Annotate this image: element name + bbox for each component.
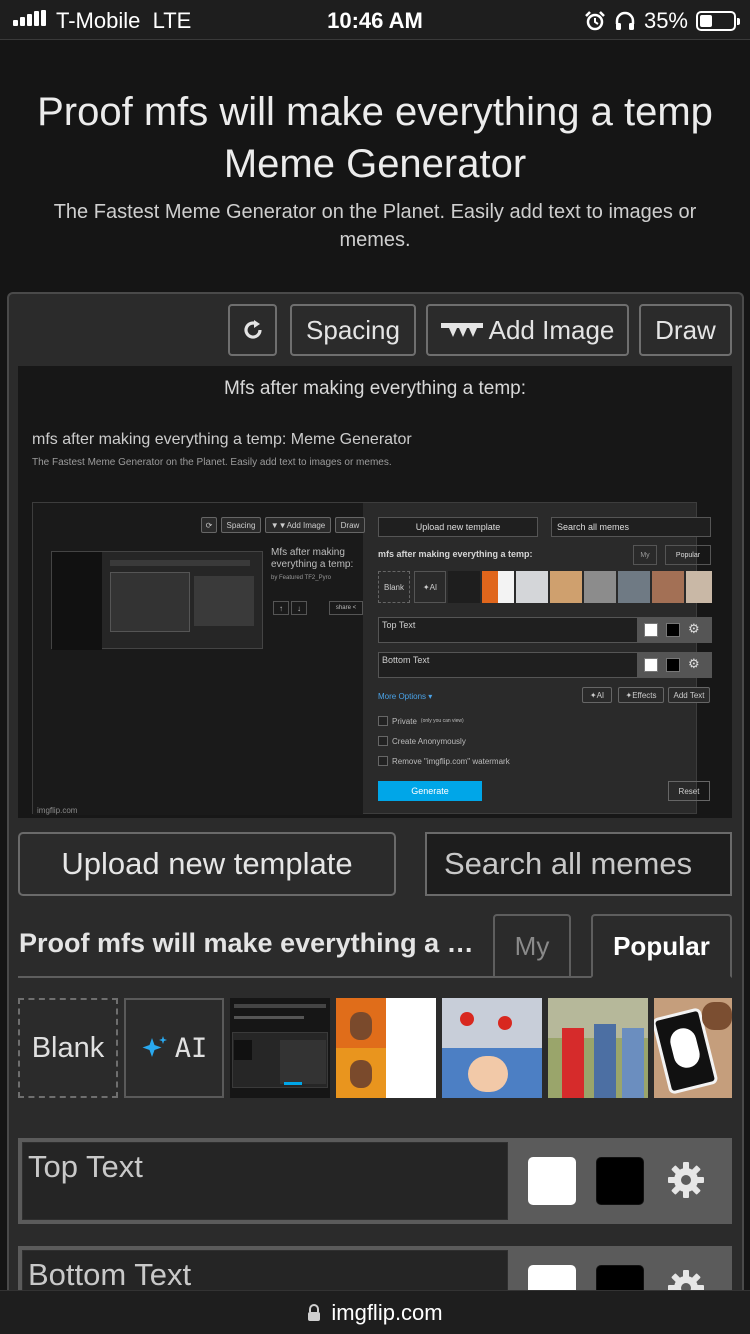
gear-icon[interactable] [666, 1160, 706, 1200]
preview-watermark: imgflip.com [37, 806, 78, 815]
page-subtitle: The Fastest Meme Generator on the Planet… [53, 201, 697, 251]
preview-swatch-black [666, 658, 680, 672]
add-image-label: Add Image [488, 314, 615, 345]
preview-tab-popular: Popular [665, 545, 711, 565]
preview-thumb [550, 571, 582, 603]
preview-tab-my: My [633, 545, 657, 565]
upload-template-button[interactable]: Upload new template [18, 832, 396, 896]
preview-swatch-white [644, 623, 658, 637]
tab-popular[interactable]: Popular [591, 914, 732, 978]
lock-icon [308, 1303, 321, 1321]
status-bar: T-Mobile LTE 10:46 AM 35% [0, 0, 750, 40]
preview-thumb [652, 571, 684, 603]
preview-heading: mfs after making everything a temp: Meme… [32, 431, 412, 448]
preview-add-text-button: Add Text [668, 687, 710, 703]
upvote-icon: ↑ [273, 601, 289, 615]
preview-side-title: Mfs after making everything a temp: [271, 547, 354, 570]
top-text-color-swatch[interactable] [528, 1157, 576, 1205]
add-image-icon [440, 323, 483, 337]
spacing-button[interactable]: Spacing [290, 304, 416, 356]
preview-gear-icon: ⚙ [688, 656, 700, 671]
meme-caption: Mfs after making everything a temp: [223, 378, 526, 399]
template-thumb-self[interactable] [230, 998, 330, 1098]
ai-template-button[interactable]: AI [124, 998, 224, 1098]
spacing-label: Spacing [306, 314, 400, 345]
preview-add-image-button: ▼▼ Add Image [265, 517, 331, 533]
preview-top-text: Top Text [378, 617, 638, 643]
preview-gear-icon: ⚙ [688, 621, 700, 636]
preview-swatch-black [666, 623, 680, 637]
draw-button[interactable]: Draw [639, 304, 732, 356]
url-domain: imgflip.com [331, 1299, 443, 1325]
ai-label: AI [174, 1032, 208, 1064]
preview-generate-button: Generate [378, 781, 482, 801]
battery-percent: 35% [643, 8, 688, 33]
url-bar[interactable]: imgflip.com [0, 1290, 750, 1334]
top-text-row: Top Text [18, 1138, 732, 1224]
preview-thumb [482, 571, 514, 603]
preview-screenshot: ⟳ Spacing ▼▼ Add Image Draw Mfs after ma… [32, 502, 712, 815]
preview-effects-button: ✦ Effects [618, 687, 664, 703]
preview-subheading: The Fastest Meme Generator on the Planet… [32, 457, 392, 468]
sparkle-icon [142, 1036, 167, 1057]
preview-search: Search all memes [551, 517, 711, 537]
page-title: Proof mfs will make everything a temp Mem… [37, 90, 713, 186]
rotate-icon [243, 320, 262, 339]
preview-thumb [618, 571, 650, 603]
preview-thumb-blank: Blank [378, 571, 410, 603]
status-right: 35% [584, 8, 740, 34]
preview-thumb-ai: ✦ AI [414, 571, 446, 603]
preview-thumb [516, 571, 548, 603]
preview-vote-arrows: ↑ ↓ [273, 601, 307, 615]
rotate-button[interactable] [228, 304, 277, 356]
preview-thumb [686, 571, 712, 603]
template-thumb-distracted[interactable] [548, 998, 648, 1098]
preview-thumb [584, 571, 616, 603]
preview-more-options: More Options ▾ [378, 692, 433, 701]
preview-rotate-button: ⟳ [201, 517, 217, 533]
template-thumb-drake[interactable] [336, 998, 436, 1098]
preview-anon-check: Create Anonymously [378, 736, 466, 746]
preview-thumb [448, 571, 480, 603]
alarm-icon [585, 11, 605, 31]
preview-bottom-text: Bottom Text [378, 652, 638, 678]
template-thumb-uno[interactable] [654, 998, 732, 1098]
template-title: Proof mfs will make everything a temp: [19, 928, 479, 958]
draw-label: Draw [655, 314, 716, 345]
preview-spacing-button: Spacing [221, 517, 261, 533]
preview-upload: Upload new template [378, 517, 538, 537]
search-memes-input[interactable]: Search all memes [425, 832, 732, 896]
preview-ai-button: ✦ AI [582, 687, 612, 703]
tab-my[interactable]: My [493, 914, 571, 978]
top-outline-color-swatch[interactable] [596, 1157, 644, 1205]
downvote-icon: ↓ [291, 601, 307, 615]
blank-template-button[interactable]: Blank [18, 998, 118, 1098]
template-thumb-buttons[interactable] [442, 998, 542, 1098]
preview-swatch-white [644, 658, 658, 672]
preview-nested-screenshot [51, 551, 263, 650]
top-text-input[interactable]: Top Text [22, 1142, 508, 1220]
preview-share: share < [329, 601, 363, 615]
preview-private-check: Private (only you can view) [378, 716, 464, 726]
preview-draw-button: Draw [335, 517, 365, 533]
preview-template-title: mfs after making everything a temp: [378, 549, 533, 559]
add-image-button[interactable]: Add Image [426, 304, 629, 356]
headphones-icon [615, 11, 635, 30]
meme-preview[interactable]: Mfs after making everything a temp: mfs … [18, 366, 732, 818]
preview-watermark-check: Remove "imgflip.com" watermark [378, 756, 510, 766]
preview-side-meta: by Featured TF2_Pyro [271, 575, 331, 581]
battery-icon [696, 11, 740, 31]
preview-reset-button: Reset [668, 781, 710, 801]
